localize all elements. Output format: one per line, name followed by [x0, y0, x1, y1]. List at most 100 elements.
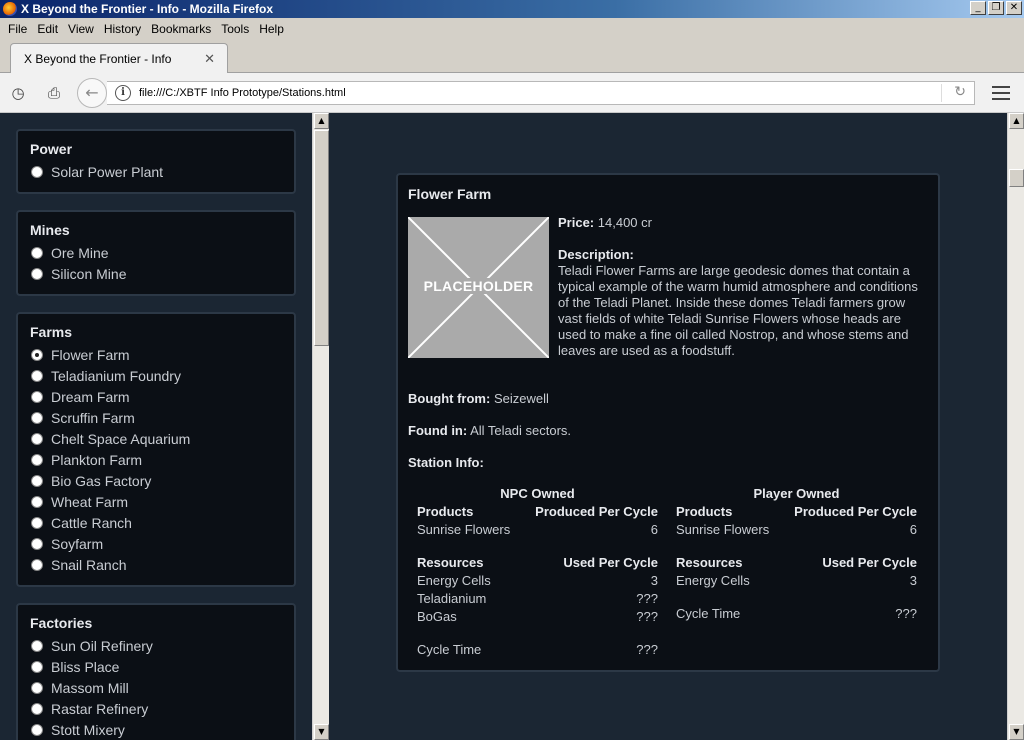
table-header-row: Resources Used Per Cycle	[676, 555, 917, 570]
table-header-row: Products Produced Per Cycle	[417, 504, 658, 519]
station-option[interactable]: Ore Mine	[30, 242, 282, 263]
station-detail-frame: Flower Farm PLACEHOLDER Price: 14,400 cr…	[329, 113, 1007, 740]
tab-xbtf-info[interactable]: X Beyond the Frontier - Info ✕	[10, 43, 228, 74]
npc-owned-table: NPC Owned Products Produced Per Cycle Sun…	[417, 486, 658, 660]
station-option[interactable]: Wheat Farm	[30, 491, 282, 512]
radio-button[interactable]	[31, 369, 43, 382]
station-option[interactable]: Rastar Refinery	[30, 698, 282, 719]
station-option[interactable]: Bliss Place	[30, 656, 282, 677]
menu-history[interactable]: History	[99, 22, 146, 36]
radio-button[interactable]	[31, 639, 43, 652]
radio-button[interactable]	[31, 723, 43, 736]
window-title: X Beyond the Frontier - Info - Mozilla F…	[21, 2, 274, 16]
firefox-logo-icon	[3, 2, 17, 16]
scroll-down-arrow-icon[interactable]: ▼	[314, 724, 329, 740]
table-row: Sunrise Flowers 6	[676, 522, 917, 537]
scroll-down-arrow-icon[interactable]: ▼	[1009, 724, 1024, 740]
station-price: Price: 14,400 cr	[558, 215, 652, 230]
scroll-up-arrow-icon[interactable]: ▲	[314, 113, 329, 129]
table-row: Energy Cells 3	[676, 573, 917, 588]
bought-from: Bought from: Seizewell	[408, 391, 549, 406]
station-option[interactable]: Plankton Farm	[30, 449, 282, 470]
page-scrollbar[interactable]: ▲ ▼	[1007, 113, 1024, 740]
radio-button[interactable]	[31, 660, 43, 673]
menu-view[interactable]: View	[63, 22, 99, 36]
restore-icon[interactable]: ❐	[988, 1, 1004, 15]
station-option[interactable]: Teladianium Foundry	[30, 365, 282, 386]
left-frame-scrollbar[interactable]: ▲ ▼	[312, 113, 329, 740]
menu-tools[interactable]: Tools	[216, 22, 254, 36]
station-option[interactable]: Bio Gas Factory	[30, 470, 282, 491]
station-option[interactable]: Massom Mill	[30, 677, 282, 698]
station-option[interactable]: Scruffin Farm	[30, 407, 282, 428]
hamburger-menu-icon[interactable]	[992, 86, 1010, 104]
group-title: Mines	[30, 222, 70, 238]
radio-button[interactable]	[31, 267, 43, 280]
table-row: Teladianium???	[417, 591, 658, 606]
radio-button[interactable]	[31, 702, 43, 715]
menu-file[interactable]: File	[3, 22, 32, 36]
station-option[interactable]: Dream Farm	[30, 386, 282, 407]
station-image-placeholder: PLACEHOLDER	[408, 217, 549, 358]
station-title: Flower Farm	[408, 186, 492, 202]
station-info-panel: Flower Farm PLACEHOLDER Price: 14,400 cr…	[396, 173, 940, 672]
print-icon[interactable]: ⎙	[43, 82, 65, 104]
station-option[interactable]: Chelt Space Aquarium	[30, 428, 282, 449]
station-option[interactable]: Flower Farm	[30, 344, 282, 365]
group-farms: Farms Flower Farm Teladianium Foundry Dr…	[16, 312, 296, 587]
radio-button[interactable]	[31, 681, 43, 694]
radio-button[interactable]	[31, 516, 43, 529]
player-owned-table: Player Owned Products Produced Per Cycle …	[676, 486, 917, 624]
reload-icon[interactable]: ↻	[954, 84, 966, 100]
history-clock-icon[interactable]: ◷	[7, 82, 29, 104]
radio-button[interactable]	[31, 390, 43, 403]
group-title: Power	[30, 141, 73, 157]
scroll-thumb[interactable]	[314, 130, 329, 346]
url-bar[interactable]: i ↻	[107, 81, 975, 105]
station-option[interactable]: Sun Oil Refinery	[30, 635, 282, 656]
group-mines: Mines Ore Mine Silicon Mine	[16, 210, 296, 296]
menu-bookmarks[interactable]: Bookmarks	[146, 22, 216, 36]
radio-button[interactable]	[31, 474, 43, 487]
npc-owned-heading: NPC Owned	[500, 486, 575, 501]
station-description: Teladi Flower Farms are large geodesic d…	[558, 263, 918, 358]
player-owned-heading: Player Owned	[753, 486, 840, 501]
radio-button[interactable]	[31, 432, 43, 445]
station-option[interactable]: Snail Ranch	[30, 554, 282, 575]
page-content: Power Solar Power Plant Mines Ore Mine S…	[0, 113, 1024, 740]
menu-edit[interactable]: Edit	[32, 22, 63, 36]
cycle-time-row: Cycle Time???	[417, 642, 658, 657]
back-arrow-icon[interactable]: ←	[77, 78, 107, 108]
radio-button[interactable]	[31, 558, 43, 571]
radio-button[interactable]	[31, 165, 43, 178]
scroll-thumb[interactable]	[1009, 169, 1024, 187]
radio-button[interactable]	[31, 453, 43, 466]
radio-button[interactable]	[31, 495, 43, 508]
table-header-row: Products Produced Per Cycle	[676, 504, 917, 519]
station-option[interactable]: Soyfarm	[30, 533, 282, 554]
radio-button[interactable]	[31, 411, 43, 424]
station-option[interactable]: Solar Power Plant	[30, 161, 282, 182]
site-info-icon[interactable]: i	[115, 85, 131, 101]
station-option[interactable]: Silicon Mine	[30, 263, 282, 284]
scroll-up-arrow-icon[interactable]: ▲	[1009, 113, 1024, 129]
url-input[interactable]	[139, 87, 929, 99]
radio-button-selected[interactable]	[31, 348, 43, 361]
found-in: Found in: All Teladi sectors.	[408, 423, 572, 438]
close-tab-icon[interactable]: ✕	[204, 51, 215, 67]
menu-help[interactable]: Help	[254, 22, 289, 36]
close-window-icon[interactable]: ✕	[1006, 1, 1022, 15]
group-title: Farms	[30, 324, 73, 340]
station-info-label: Station Info:	[408, 455, 484, 470]
tab-strip: X Beyond the Frontier - Info ✕	[0, 39, 1024, 74]
station-option[interactable]: Stott Mixery	[30, 719, 282, 740]
table-header-row: Resources Used Per Cycle	[417, 555, 658, 570]
station-option[interactable]: Cattle Ranch	[30, 512, 282, 533]
menu-bar: File Edit View History Bookmarks Tools H…	[0, 18, 1024, 39]
minimize-icon[interactable]: _	[970, 1, 986, 15]
radio-button[interactable]	[31, 537, 43, 550]
group-factories: Factories Sun Oil Refinery Bliss Place M…	[16, 603, 296, 740]
cycle-time-row: Cycle Time???	[676, 606, 917, 621]
tab-title: X Beyond the Frontier - Info	[24, 52, 172, 66]
radio-button[interactable]	[31, 246, 43, 259]
